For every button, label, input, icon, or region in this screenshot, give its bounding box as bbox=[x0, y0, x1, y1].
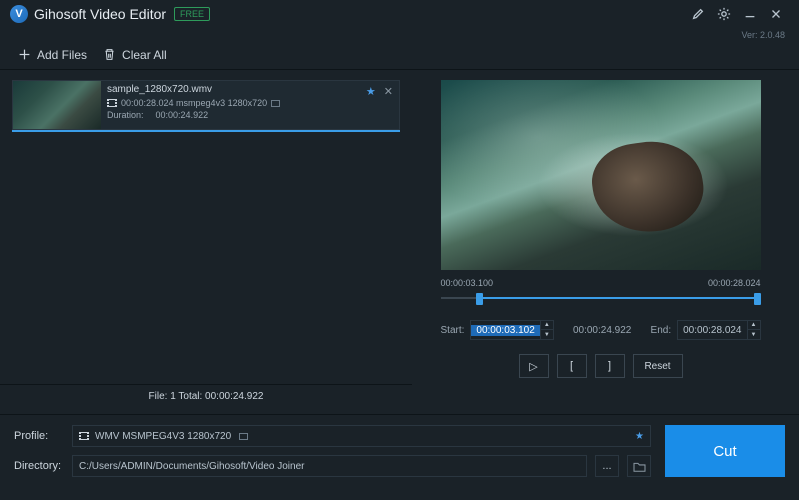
expand-icon bbox=[239, 433, 248, 440]
file-list-panel: sample_1280x720.wmv 00:00:28.024 msmpeg4… bbox=[12, 80, 400, 408]
duration-value: 00:00:24.922 bbox=[156, 110, 209, 120]
end-time-input[interactable]: 00:00:28.024 ▲▼ bbox=[677, 320, 760, 340]
mid-duration: 00:00:24.922 bbox=[560, 325, 645, 336]
preview-panel: 00:00:03.100 00:00:28.024 Start: 00:00:0… bbox=[414, 80, 787, 408]
directory-value: C:/Users/ADMIN/Documents/Gihosoft/Video … bbox=[79, 461, 304, 472]
file-totals: File: 1 Total: 00:00:24.922 bbox=[0, 384, 412, 408]
end-label: End: bbox=[651, 325, 672, 336]
file-name: sample_1280x720.wmv bbox=[107, 84, 393, 95]
star-icon[interactable]: ★ bbox=[366, 85, 376, 98]
edit-icon[interactable] bbox=[685, 1, 711, 27]
free-badge: FREE bbox=[174, 7, 210, 21]
directory-label: Directory: bbox=[14, 460, 64, 472]
titlebar: V Gihosoft Video Editor FREE bbox=[0, 0, 799, 28]
film-icon bbox=[79, 432, 89, 440]
start-stepper[interactable]: ▲▼ bbox=[540, 321, 553, 339]
end-stepper[interactable]: ▲▼ bbox=[747, 321, 760, 339]
bottom-bar: Profile: WMV MSMPEG4V3 1280x720 ★ Direct… bbox=[0, 414, 799, 495]
mark-out-button[interactable]: ] bbox=[595, 354, 625, 378]
favorite-icon[interactable]: ★ bbox=[635, 431, 644, 442]
add-files-label: Add Files bbox=[37, 48, 87, 62]
file-meta: 00:00:28.024 msmpeg4v3 1280x720 bbox=[121, 98, 267, 108]
expand-icon[interactable] bbox=[271, 100, 280, 107]
close-button[interactable] bbox=[763, 1, 789, 27]
timeline-start-handle[interactable] bbox=[476, 293, 483, 305]
version-label: Ver: 2.0.48 bbox=[0, 28, 799, 40]
selection-indicator bbox=[12, 130, 400, 132]
reset-button[interactable]: Reset bbox=[633, 354, 683, 378]
remove-file-icon[interactable]: ✕ bbox=[384, 85, 393, 98]
app-logo: V bbox=[10, 5, 28, 23]
film-icon bbox=[107, 99, 117, 107]
start-label: Start: bbox=[441, 325, 465, 336]
file-toolbar: Add Files Clear All bbox=[0, 40, 799, 70]
clear-all-label: Clear All bbox=[122, 48, 167, 62]
timeline-track[interactable] bbox=[441, 292, 761, 306]
cut-button[interactable]: Cut bbox=[665, 425, 785, 477]
browse-button[interactable]: ... bbox=[595, 455, 619, 477]
file-item[interactable]: sample_1280x720.wmv 00:00:28.024 msmpeg4… bbox=[12, 80, 400, 130]
start-time-input[interactable]: 00:00:03.102 ▲▼ bbox=[470, 320, 553, 340]
profile-value: WMV MSMPEG4V3 1280x720 bbox=[95, 431, 231, 442]
profile-select[interactable]: WMV MSMPEG4V3 1280x720 ★ bbox=[72, 425, 651, 447]
video-preview[interactable] bbox=[441, 80, 761, 270]
open-folder-button[interactable] bbox=[627, 455, 651, 477]
duration-label: Duration: bbox=[107, 110, 144, 120]
mark-in-button[interactable]: [ bbox=[557, 354, 587, 378]
minimize-button[interactable] bbox=[737, 1, 763, 27]
timeline-start-label: 00:00:03.100 bbox=[441, 278, 494, 288]
profile-label: Profile: bbox=[14, 430, 64, 442]
clear-all-button[interactable]: Clear All bbox=[95, 44, 175, 66]
settings-icon[interactable] bbox=[711, 1, 737, 27]
directory-input[interactable]: C:/Users/ADMIN/Documents/Gihosoft/Video … bbox=[72, 455, 587, 477]
file-thumbnail bbox=[13, 81, 101, 129]
timeline-end-label: 00:00:28.024 bbox=[708, 278, 761, 288]
add-files-button[interactable]: Add Files bbox=[10, 44, 95, 66]
timeline-end-handle[interactable] bbox=[754, 293, 761, 305]
start-time-value: 00:00:03.102 bbox=[471, 325, 539, 336]
play-button[interactable]: ▷ bbox=[519, 354, 549, 378]
app-title: Gihosoft Video Editor bbox=[34, 6, 166, 22]
end-time-value: 00:00:28.024 bbox=[678, 325, 746, 336]
